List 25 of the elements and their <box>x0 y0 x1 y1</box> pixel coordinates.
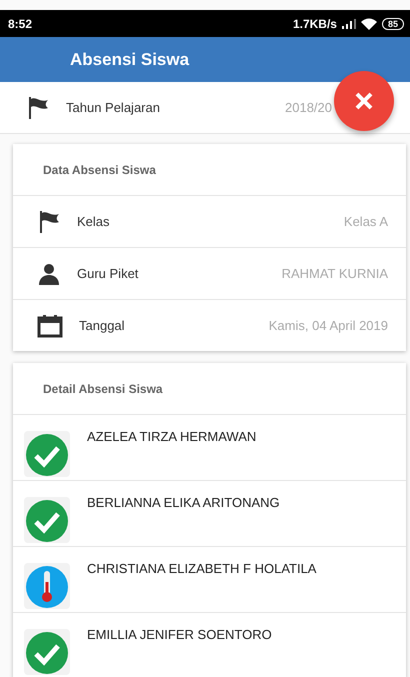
wifi-icon <box>360 18 377 30</box>
field-value: RAHMAT KURNIA <box>282 266 388 281</box>
clock: 8:52 <box>8 16 32 30</box>
student-row[interactable]: BERLIANNA ELIKA ARITONANG <box>13 481 406 547</box>
app-title: Absensi Siswa <box>70 50 190 70</box>
field-value: Kelas A <box>344 214 388 229</box>
person-icon <box>37 262 61 286</box>
field-value: 2018/20 <box>285 100 332 115</box>
field-label: Tahun Pelajaran <box>66 100 161 115</box>
field-label: Kelas <box>77 214 111 229</box>
field-label: Tanggal <box>79 318 126 333</box>
calendar-icon <box>37 314 63 338</box>
close-icon <box>355 92 373 110</box>
student-row[interactable]: AZELEA TIRZA HERMAWAN <box>13 415 406 481</box>
network-speed: 1.7KB/s <box>292 16 337 30</box>
card-title: Data Absensi Siswa <box>43 162 156 176</box>
flag-icon <box>26 96 50 120</box>
student-row[interactable]: EMILLIA JENIFER SOENTORO <box>13 613 406 677</box>
field-value: Kamis, 04 April 2019 <box>268 318 388 333</box>
card-title: Detail Absensi Siswa <box>43 382 163 396</box>
flag-icon <box>37 210 61 234</box>
field-label: Guru Piket <box>77 266 140 281</box>
student-row[interactable]: CHRISTIANA ELIZABETH F HOLATILA <box>13 547 406 613</box>
battery-level: 85 <box>382 18 404 30</box>
signal-icon <box>342 18 356 28</box>
